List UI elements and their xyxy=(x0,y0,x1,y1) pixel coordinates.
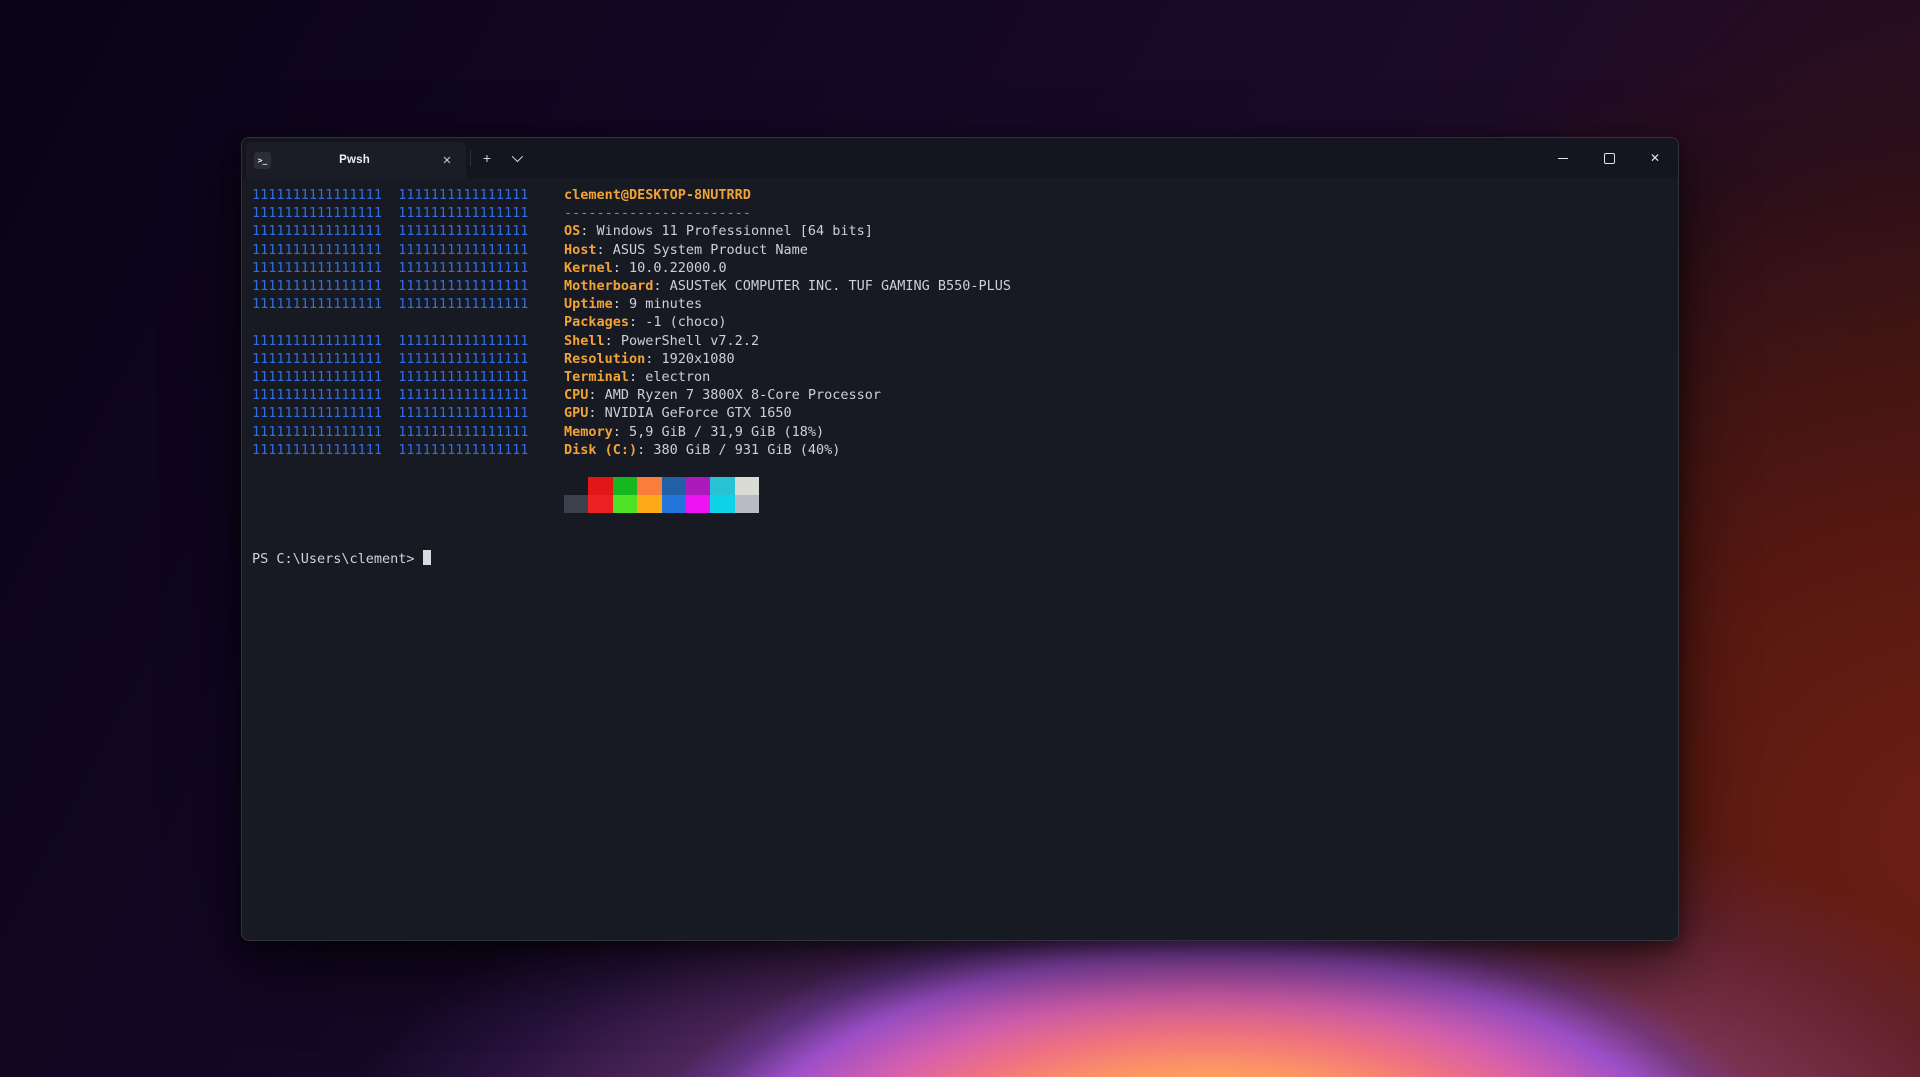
palette-swatch xyxy=(686,495,710,513)
desktop-wallpaper: { "window": { "tab": { "title": "Pwsh", … xyxy=(0,0,1920,1077)
new-tab-button[interactable]: + xyxy=(474,145,500,171)
palette-swatch xyxy=(662,477,686,495)
palette-swatch xyxy=(613,495,637,513)
palette-swatch xyxy=(588,495,612,513)
close-icon: ✕ xyxy=(1650,152,1660,164)
palette-swatch xyxy=(637,477,661,495)
terminal-prompt-icon: >_ xyxy=(254,152,271,169)
palette-swatch xyxy=(710,495,734,513)
palette-swatch xyxy=(735,495,759,513)
prompt-text: PS C:\Users\clement> xyxy=(252,551,415,567)
plus-icon: + xyxy=(483,150,491,166)
tab-title: Pwsh xyxy=(271,154,438,166)
palette-swatch xyxy=(637,495,661,513)
palette-swatch xyxy=(735,477,759,495)
titlebar[interactable]: >_ Pwsh ✕ + ✕ xyxy=(242,138,1678,178)
tab-divider xyxy=(470,150,471,166)
palette-swatch xyxy=(662,495,686,513)
maximize-icon xyxy=(1604,153,1615,164)
prompt-line: PS C:\Users\clement> xyxy=(252,550,431,568)
winfetch-info: clement@DESKTOP-8NUTRRD ----------------… xyxy=(564,186,1011,459)
palette-swatch xyxy=(686,477,710,495)
color-palette xyxy=(564,477,759,513)
chevron-down-icon xyxy=(512,151,523,162)
maximize-button[interactable] xyxy=(1586,138,1632,178)
terminal-content-area[interactable]: 1111111111111111 1111111111111111 111111… xyxy=(242,178,1678,940)
close-button[interactable]: ✕ xyxy=(1632,138,1678,178)
tab-close-icon[interactable]: ✕ xyxy=(438,151,456,169)
palette-swatch xyxy=(710,477,734,495)
tab-pwsh[interactable]: >_ Pwsh ✕ xyxy=(246,142,466,178)
titlebar-drag-area[interactable] xyxy=(529,138,1540,178)
tab-dropdown-button[interactable] xyxy=(503,145,529,171)
minimize-icon xyxy=(1558,158,1568,159)
minimize-button[interactable] xyxy=(1540,138,1586,178)
text-cursor xyxy=(423,550,431,565)
palette-swatch xyxy=(564,495,588,513)
terminal-window: >_ Pwsh ✕ + ✕ 1111111111111111 111111111… xyxy=(241,137,1679,941)
winfetch-logo: 1111111111111111 1111111111111111 111111… xyxy=(252,186,528,459)
palette-swatch xyxy=(588,477,612,495)
palette-swatch xyxy=(564,477,588,495)
palette-swatch xyxy=(613,477,637,495)
